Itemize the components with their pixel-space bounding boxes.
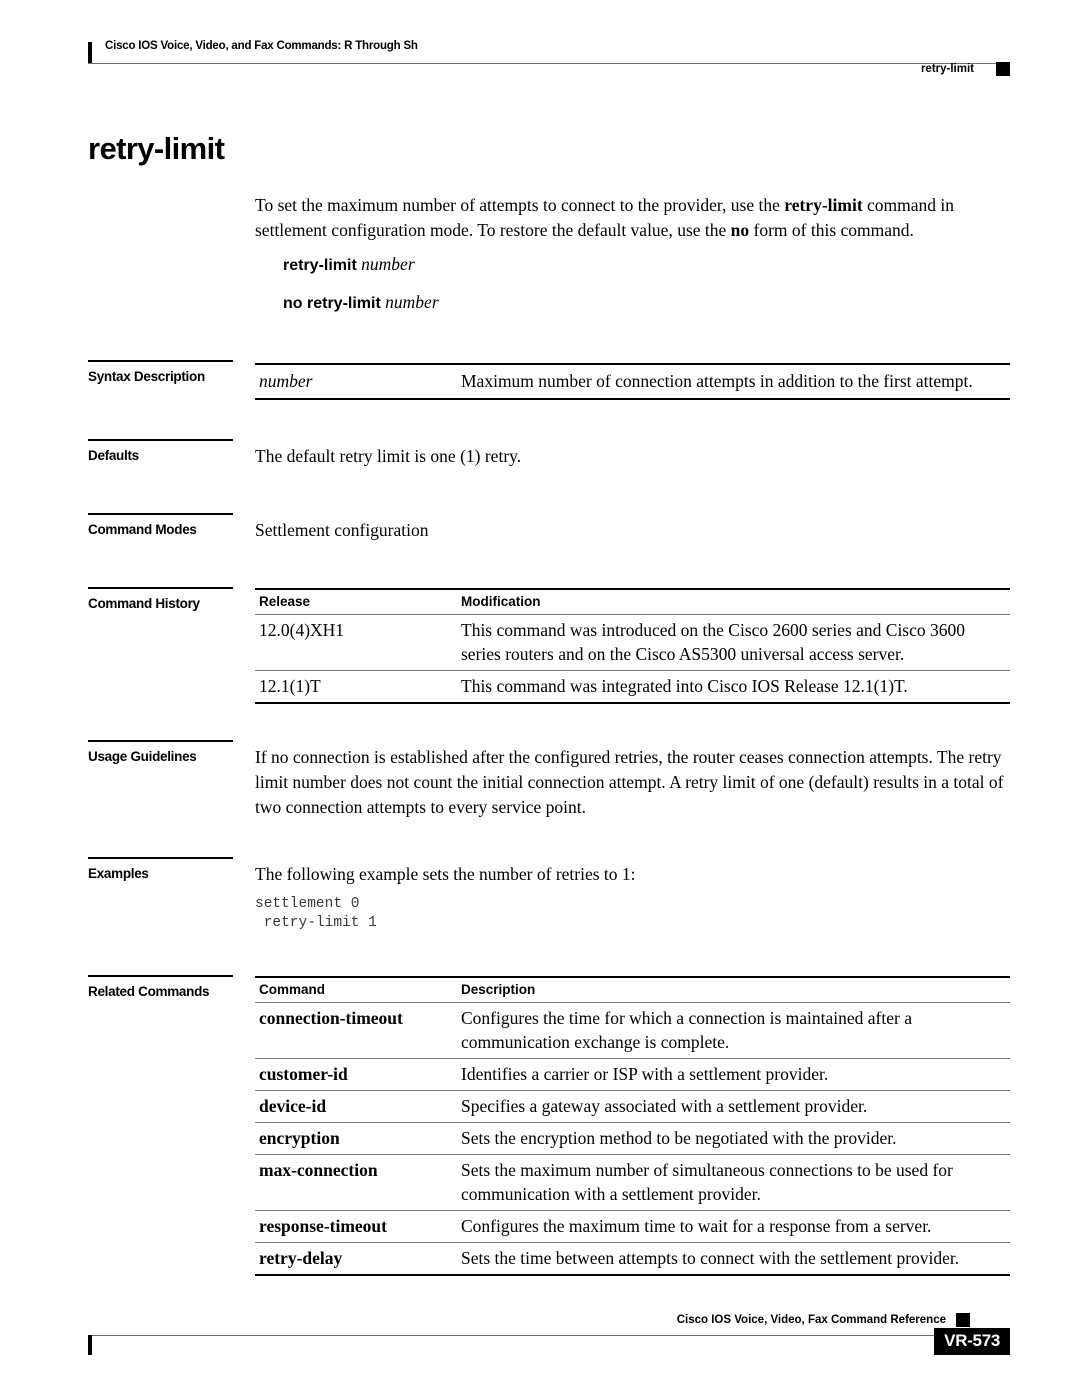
related-command-description: Sets the encryption method to be negotia… <box>457 1122 1010 1155</box>
syntax-no-argument: number <box>385 292 439 312</box>
example-code-block: settlement 0 retry-limit 1 <box>255 896 377 931</box>
related-command-name: retry-delay <box>255 1242 457 1276</box>
related-command-description: Identifies a carrier or ISP with a settl… <box>457 1058 1010 1091</box>
section-label-rule <box>88 740 233 742</box>
command-description: To set the maximum number of attempts to… <box>255 195 955 240</box>
section-label-examples: Examples <box>88 857 248 881</box>
release-value: 12.1(1)T <box>255 670 457 704</box>
table-header-row: Release Modification <box>255 588 1010 615</box>
syntax-form-negative: no retry-limit number <box>283 292 439 313</box>
section-label-command-history: Command History <box>88 587 248 611</box>
page-footer: Cisco IOS Voice, Video, Fax Command Refe… <box>88 1310 1010 1370</box>
table-row: max-connection Sets the maximum number o… <box>255 1154 1010 1211</box>
syntax-term: number <box>255 363 457 400</box>
table-row: 12.1(1)T This command was integrated int… <box>255 670 1010 704</box>
related-command-description: Sets the maximum number of simultaneous … <box>457 1154 1010 1211</box>
table-row: encryption Sets the encryption method to… <box>255 1122 1010 1155</box>
related-command-description: Specifies a gateway associated with a se… <box>457 1090 1010 1123</box>
release-value: 12.0(4)XH1 <box>255 614 457 671</box>
table-row: response-timeout Configures the maximum … <box>255 1210 1010 1243</box>
section-label-rule <box>88 857 233 859</box>
defaults-text: The default retry limit is one (1) retry… <box>255 446 522 466</box>
related-command-description: Configures the time for which a connecti… <box>457 1002 1010 1059</box>
table-row: retry-delay Sets the time between attemp… <box>255 1242 1010 1276</box>
related-command-name: device-id <box>255 1090 457 1123</box>
related-command-name: connection-timeout <box>255 1002 457 1059</box>
header-left-tick-marker <box>88 42 92 64</box>
modification-value: This command was integrated into Cisco I… <box>457 670 1010 704</box>
table-row: connection-timeout Configures the time f… <box>255 1002 1010 1059</box>
related-command-description: Sets the time between attempts to connec… <box>457 1242 1010 1276</box>
section-label-text: Command Modes <box>88 522 197 537</box>
section-label-rule <box>88 587 233 589</box>
related-command-description: Configures the maximum time to wait for … <box>457 1210 1010 1243</box>
section-label-command-modes: Command Modes <box>88 513 248 537</box>
header-rule <box>88 63 1010 64</box>
footer-book-title: Cisco IOS Voice, Video, Fax Command Refe… <box>676 1314 946 1326</box>
section-label-usage-guidelines: Usage Guidelines <box>88 740 248 764</box>
related-command-name: response-timeout <box>255 1210 457 1243</box>
table-row: customer-id Identifies a carrier or ISP … <box>255 1058 1010 1091</box>
related-command-name: max-connection <box>255 1154 457 1211</box>
column-header-description: Description <box>457 976 1010 1003</box>
command-history-table: Release Modification 12.0(4)XH1 This com… <box>255 588 1010 704</box>
related-commands-table: Command Description connection-timeout C… <box>255 976 1010 1276</box>
footer-left-tick-marker <box>88 1335 92 1355</box>
page-number-badge: VR-573 <box>934 1328 1010 1355</box>
page-title: retry-limit <box>88 131 225 166</box>
syntax-no-command-name: no retry-limit <box>283 295 381 312</box>
section-label-defaults: Defaults <box>88 439 248 463</box>
section-label-rule <box>88 513 233 515</box>
section-label-text: Related Commands <box>88 984 210 999</box>
section-label-text: Syntax Description <box>88 369 205 384</box>
header-square-marker-icon <box>996 62 1010 76</box>
header-command-name: retry-limit <box>920 63 974 75</box>
section-label-syntax-description: Syntax Description <box>88 360 248 384</box>
footer-rule <box>88 1335 986 1336</box>
section-label-rule <box>88 360 233 362</box>
syntax-description-table: number Maximum number of connection atte… <box>255 363 1010 400</box>
syntax-form-positive: retry-limit number <box>283 254 415 275</box>
section-label-related-commands: Related Commands <box>88 975 248 999</box>
header-book-title: Cisco IOS Voice, Video, and Fax Commands… <box>105 40 418 52</box>
command-modes-text: Settlement configuration <box>255 520 429 540</box>
syntax-command-name: retry-limit <box>283 257 357 274</box>
column-header-release: Release <box>255 588 457 615</box>
related-command-name: customer-id <box>255 1058 457 1091</box>
table-row: 12.0(4)XH1 This command was introduced o… <box>255 614 1010 671</box>
section-label-text: Usage Guidelines <box>88 749 197 764</box>
syntax-definition: Maximum number of connection attempts in… <box>457 363 1010 400</box>
table-header-row: Command Description <box>255 976 1010 1003</box>
footer-square-marker-icon <box>956 1313 970 1327</box>
syntax-argument: number <box>361 254 415 274</box>
section-label-text: Examples <box>88 866 149 881</box>
column-header-modification: Modification <box>457 588 1010 615</box>
modification-value: This command was introduced on the Cisco… <box>457 614 1010 671</box>
table-row: number Maximum number of connection atte… <box>255 363 1010 400</box>
column-header-command: Command <box>255 976 457 1003</box>
section-label-text: Command History <box>88 596 200 611</box>
table-row: device-id Specifies a gateway associated… <box>255 1090 1010 1123</box>
related-command-name: encryption <box>255 1122 457 1155</box>
section-label-text: Defaults <box>88 448 139 463</box>
usage-guidelines-text: If no connection is established after th… <box>255 747 1004 817</box>
page-header: Cisco IOS Voice, Video, and Fax Commands… <box>88 38 1010 78</box>
section-label-rule <box>88 975 233 977</box>
examples-intro-text: The following example sets the number of… <box>255 864 636 884</box>
section-label-rule <box>88 439 233 441</box>
